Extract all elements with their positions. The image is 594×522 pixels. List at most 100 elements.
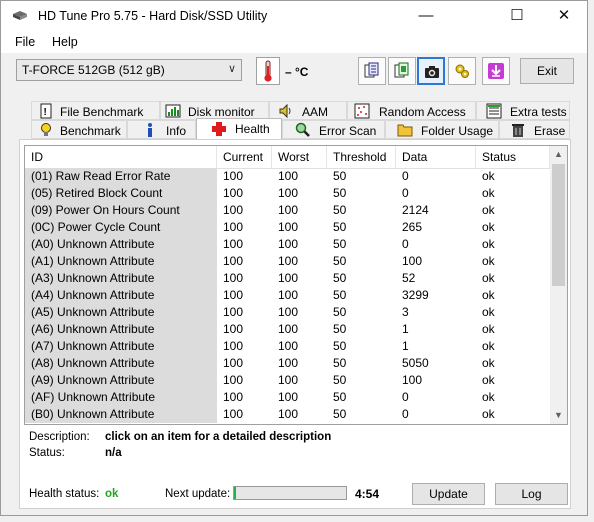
table-row[interactable]: (A4) Unknown Attribute 100 100 50 3299 ok	[25, 287, 550, 304]
cell-threshold: 50	[333, 322, 347, 336]
table-row[interactable]: (A1) Unknown Attribute 100 100 50 100 ok	[25, 253, 550, 270]
screenshot-button[interactable]	[417, 57, 445, 85]
column-header[interactable]: Data	[396, 146, 476, 168]
table-body: (01) Raw Read Error Rate 100 100 50 0 ok (05) …	[25, 168, 550, 423]
temperature-readout: – °C	[285, 65, 309, 79]
cell-data: 0	[402, 390, 409, 404]
cell-status: ok	[482, 186, 495, 200]
cell-threshold: 50	[333, 373, 347, 387]
tab-file-benchmark[interactable]: ! File Benchmark	[31, 101, 160, 120]
cell-worst: 100	[278, 339, 299, 353]
tab-label: Disk monitor	[188, 105, 255, 119]
cell-data: 0	[402, 169, 409, 183]
tab-label: Info	[166, 124, 187, 138]
cell-current: 100	[223, 186, 244, 200]
close-button[interactable]: ✕	[541, 1, 587, 31]
cell-current: 100	[223, 356, 244, 370]
table-row[interactable]: (A6) Unknown Attribute 100 100 50 1 ok	[25, 321, 550, 338]
cell-id: (A5) Unknown Attribute	[25, 304, 217, 321]
table-row[interactable]: (A8) Unknown Attribute 100 100 50 5050 ok	[25, 355, 550, 372]
minimize-button[interactable]: —	[403, 1, 449, 31]
cell-threshold: 50	[333, 356, 347, 370]
cell-worst: 100	[278, 254, 299, 268]
table-row[interactable]: (B0) Unknown Attribute 100 100 50 0 ok	[25, 406, 550, 423]
cell-worst: 100	[278, 407, 299, 421]
lightbulb-icon	[41, 123, 51, 136]
disk-monitor-icon	[165, 104, 181, 118]
tab-erase[interactable]: Erase	[499, 120, 570, 139]
update-button[interactable]: Update	[412, 483, 485, 505]
cell-id: (A7) Unknown Attribute	[25, 338, 217, 355]
cell-data: 1	[402, 322, 409, 336]
cell-id: (A0) Unknown Attribute	[25, 236, 217, 253]
cell-threshold: 50	[333, 339, 347, 353]
cell-threshold: 50	[333, 305, 347, 319]
table-row[interactable]: (05) Retired Block Count 100 100 50 0 ok	[25, 185, 550, 202]
cell-worst: 100	[278, 271, 299, 285]
cell-threshold: 50	[333, 407, 347, 421]
tab-info[interactable]: Info	[127, 120, 196, 139]
cell-threshold: 50	[333, 237, 347, 251]
tab-health[interactable]: Health	[196, 118, 282, 140]
column-header[interactable]: Status	[476, 146, 550, 168]
copy-info-button[interactable]	[388, 57, 416, 85]
health-status-value: ok	[105, 488, 119, 500]
smart-table[interactable]: ID Current Worst Threshold Data Status (…	[24, 145, 568, 425]
cell-worst: 100	[278, 203, 299, 217]
vertical-scrollbar[interactable]: ▲ ▼	[550, 146, 567, 424]
table-row[interactable]: (0C) Power Cycle Count 100 100 50 265 ok	[25, 219, 550, 236]
table-row[interactable]: (09) Power On Hours Count 100 100 50 2124 ok	[25, 202, 550, 219]
scroll-thumb[interactable]	[552, 164, 565, 286]
cell-worst: 100	[278, 322, 299, 336]
tab-random-access[interactable]: Random Access	[347, 101, 476, 120]
cell-data: 0	[402, 186, 409, 200]
table-row[interactable]: (01) Raw Read Error Rate 100 100 50 0 ok	[25, 168, 550, 185]
table-row[interactable]: (A0) Unknown Attribute 100 100 50 0 ok	[25, 236, 550, 253]
table-row[interactable]: (AF) Unknown Attribute 100 100 50 0 ok	[25, 389, 550, 406]
options-button[interactable]	[448, 57, 476, 85]
maximize-button[interactable]: ☐	[494, 1, 540, 31]
save-button[interactable]	[482, 57, 510, 85]
table-row[interactable]: (A3) Unknown Attribute 100 100 50 52 ok	[25, 270, 550, 287]
drive-select[interactable]: T-FORCE 512GB (512 gB) ∨	[16, 59, 242, 81]
cell-status: ok	[482, 390, 495, 404]
cell-id: (AF) Unknown Attribute	[25, 389, 217, 406]
column-header[interactable]: Threshold	[327, 146, 396, 168]
log-button[interactable]: Log	[495, 483, 568, 505]
cell-current: 100	[223, 254, 244, 268]
hdtune-app-icon	[13, 11, 27, 20]
table-row[interactable]: (A7) Unknown Attribute 100 100 50 1 ok	[25, 338, 550, 355]
tab-benchmark[interactable]: Benchmark	[31, 120, 127, 139]
cell-status: ok	[482, 203, 495, 217]
table-row[interactable]: (A9) Unknown Attribute 100 100 50 100 ok	[25, 372, 550, 389]
cell-data: 52	[402, 271, 416, 285]
column-header[interactable]: Worst	[272, 146, 327, 168]
scroll-up-icon[interactable]: ▲	[550, 146, 567, 163]
cell-status: ok	[482, 339, 495, 353]
menu-bar: File Help	[1, 31, 587, 53]
cell-data: 1	[402, 339, 409, 353]
menu-help[interactable]: Help	[52, 35, 78, 49]
menu-file[interactable]: File	[15, 35, 35, 49]
table-row[interactable]: (A5) Unknown Attribute 100 100 50 3 ok	[25, 304, 550, 321]
tab-extra-tests[interactable]: Extra tests	[476, 101, 570, 120]
column-header[interactable]: Current	[217, 146, 272, 168]
tab-label: Erase	[534, 124, 566, 138]
cell-id: (A1) Unknown Attribute	[25, 253, 217, 270]
cell-id: (A4) Unknown Attribute	[25, 287, 217, 304]
copy-text-button[interactable]	[358, 57, 386, 85]
cell-worst: 100	[278, 220, 299, 234]
tab-folder-usage[interactable]: Folder Usage	[385, 120, 499, 139]
scroll-down-icon[interactable]: ▼	[550, 407, 567, 424]
status-value: n/a	[105, 447, 122, 459]
exit-button[interactable]: Exit	[520, 58, 574, 84]
cell-data: 5050	[402, 356, 429, 370]
tab-error-scan[interactable]: Error Scan	[282, 120, 385, 139]
column-header[interactable]: ID	[25, 146, 217, 168]
cell-id: (09) Power On Hours Count	[25, 202, 217, 219]
file-benchmark-icon: !	[40, 103, 52, 119]
copy-text-icon	[364, 62, 379, 78]
cell-status: ok	[482, 271, 495, 285]
cell-threshold: 50	[333, 288, 347, 302]
thermometer-icon	[256, 57, 280, 85]
